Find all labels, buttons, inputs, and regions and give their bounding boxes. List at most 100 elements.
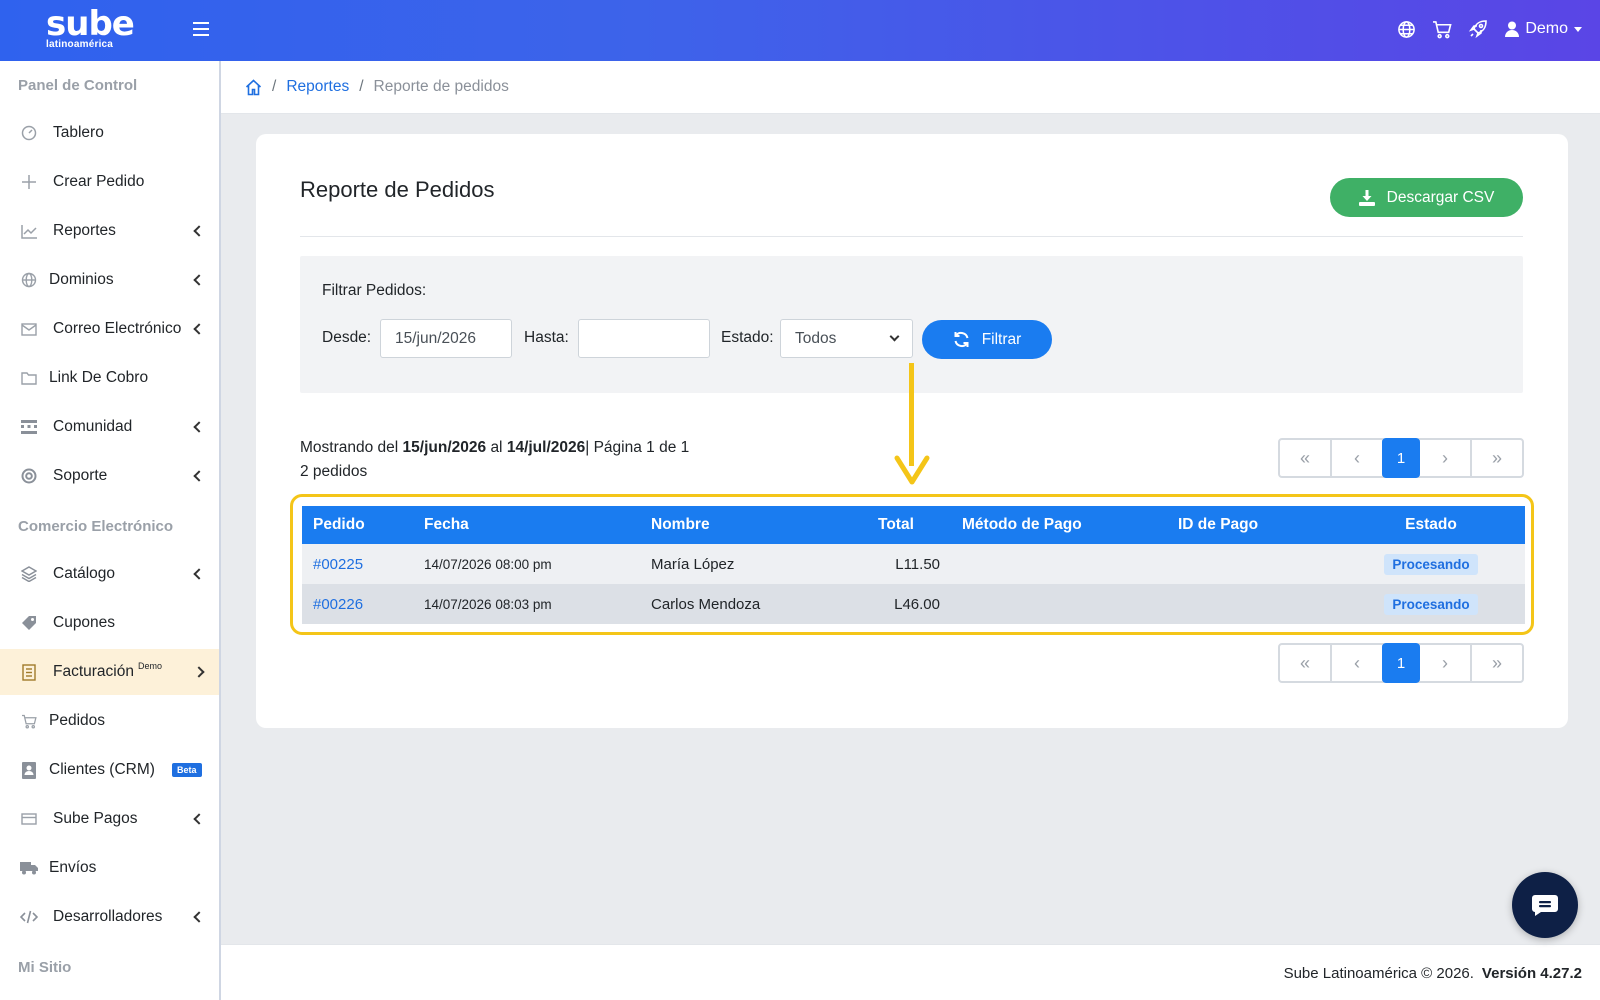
footer: Sube Latinoamérica © 2026. Versión 4.27.2 (221, 944, 1600, 1000)
sidebar-item-clientes[interactable]: Clientes (CRM) Beta (0, 747, 219, 793)
prev-page-button[interactable]: ‹ (1330, 643, 1384, 683)
plus-icon (20, 173, 38, 191)
mail-icon (20, 320, 38, 338)
cart-icon[interactable] (1431, 18, 1453, 40)
status-select[interactable]: Todos (780, 319, 913, 358)
page-1-button[interactable]: 1 (1382, 643, 1420, 683)
chevron-left-icon (193, 421, 205, 433)
demo-superscript: Demo (137, 661, 162, 671)
summary-from-date: 15/jun/2026 (402, 439, 487, 456)
filter-button-label: Filtrar (981, 330, 1022, 348)
orders-table-highlight: Pedido Fecha Nombre Total Método de Pago… (290, 494, 1534, 635)
sidebar-item-label: Comunidad (53, 418, 133, 435)
download-csv-label: Descargar CSV (1386, 188, 1495, 206)
top-navbar: sube latinoamérica Demo (0, 0, 1600, 61)
summary-prefix: Mostrando del (300, 439, 399, 456)
col-nombre[interactable]: Nombre (640, 506, 867, 544)
arrow-down-icon (894, 455, 930, 485)
chevron-left-icon (193, 911, 205, 923)
user-name: Demo (1525, 20, 1568, 37)
prev-page-button[interactable]: ‹ (1330, 438, 1384, 478)
menu-toggle-icon[interactable] (193, 22, 209, 38)
sidebar-item-desarrolladores[interactable]: Desarrolladores (0, 894, 219, 940)
brand-logo[interactable]: sube latinoamérica (46, 6, 138, 56)
pagination-top: « ‹ 1 › » (1278, 438, 1524, 478)
home-icon[interactable] (245, 78, 262, 96)
col-pedido[interactable]: Pedido (302, 506, 413, 544)
chevron-right-icon (193, 666, 205, 678)
col-total[interactable]: Total (867, 506, 951, 544)
sidebar-item-label: Clientes (CRM) (49, 761, 155, 778)
first-page-button[interactable]: « (1278, 643, 1332, 683)
sidebar-item-label: Envíos (49, 859, 97, 876)
globe-icon[interactable] (1395, 18, 1417, 40)
last-page-button[interactable]: » (1470, 438, 1524, 478)
next-page-button[interactable]: › (1418, 643, 1472, 683)
sidebar-item-label: Correo Electrónico (53, 320, 182, 337)
status-cell: Procesando (1337, 544, 1525, 584)
header-actions: Demo (1395, 18, 1582, 40)
card-icon (20, 810, 38, 828)
summary-mid: al (490, 439, 503, 456)
name-cell: María López (651, 555, 735, 573)
date-cell: 14/07/2026 08:03 pm (424, 596, 552, 612)
chevron-left-icon (193, 323, 205, 335)
cart-icon (20, 712, 38, 730)
invoice-icon (20, 663, 38, 681)
sidebar-item-cupones[interactable]: Cupones (0, 600, 219, 646)
first-page-button[interactable]: « (1278, 438, 1332, 478)
sidebar-item-crear-pedido[interactable]: Crear Pedido (0, 159, 219, 205)
chevron-left-icon (193, 274, 205, 286)
col-estado[interactable]: Estado (1337, 506, 1525, 544)
chart-icon (20, 222, 38, 240)
sidebar-item-tablero[interactable]: Tablero (0, 110, 219, 156)
col-id-pago[interactable]: ID de Pago (1167, 506, 1337, 544)
sidebar-item-correo[interactable]: Correo Electrónico (0, 306, 219, 352)
chat-button[interactable] (1512, 872, 1578, 938)
method-cell (951, 544, 1167, 584)
annotation-arrow-line (909, 363, 914, 466)
next-page-button[interactable]: › (1418, 438, 1472, 478)
user-menu[interactable]: Demo (1505, 20, 1582, 38)
sidebar-item-label: Reportes (53, 222, 116, 239)
status-badge: Procesando (1384, 593, 1478, 615)
breadcrumb-reportes-link[interactable]: Reportes (286, 78, 349, 96)
page-title: Reporte de Pedidos (300, 177, 495, 202)
sidebar-item-envios[interactable]: Envíos (0, 845, 219, 891)
from-label: Desde: (322, 329, 372, 346)
sidebar-item-pedidos[interactable]: Pedidos (0, 698, 219, 744)
sidebar-item-soporte[interactable]: Soporte (0, 453, 219, 499)
sidebar-item-reportes[interactable]: Reportes (0, 208, 219, 254)
title-divider (300, 236, 1523, 237)
order-id-cell: #00226 (302, 584, 413, 624)
sidebar-item-catalogo[interactable]: Catálogo (0, 551, 219, 597)
from-date-input[interactable]: 15/jun/2026 (380, 319, 512, 358)
sidebar-item-label: Dominios (49, 271, 114, 288)
page-1-button[interactable]: 1 (1382, 438, 1420, 478)
total-cell: L46.00 (894, 595, 940, 613)
breadcrumb-separator: / (272, 78, 277, 95)
rocket-icon[interactable] (1467, 18, 1489, 40)
sidebar-item-sube-pagos[interactable]: Sube Pagos (0, 796, 219, 842)
refresh-icon (954, 331, 969, 348)
last-page-button[interactable]: » (1470, 643, 1524, 683)
order-link[interactable]: #00225 (313, 556, 363, 573)
lifebuoy-icon (20, 467, 38, 485)
sidebar-item-link-cobro[interactable]: Link De Cobro (0, 355, 219, 401)
download-csv-button[interactable]: Descargar CSV (1330, 178, 1523, 217)
sidebar-item-comunidad[interactable]: Comunidad (0, 404, 219, 450)
sidebar-item-dominios[interactable]: Dominios (0, 257, 219, 303)
orders-table: Pedido Fecha Nombre Total Método de Pago… (302, 506, 1525, 624)
status-cell: Procesando (1337, 584, 1525, 624)
filter-button[interactable]: Filtrar (922, 320, 1052, 359)
summary-count: 2 pedidos (300, 463, 368, 480)
sidebar-item-facturacion[interactable]: Facturación Demo (0, 649, 219, 695)
sidebar-item-label: Tablero (53, 124, 104, 141)
truck-icon (20, 859, 38, 877)
col-fecha[interactable]: Fecha (413, 506, 640, 544)
col-metodo-pago[interactable]: Método de Pago (951, 506, 1167, 544)
order-link[interactable]: #00226 (313, 596, 363, 613)
sidebar-item-label: Catálogo (53, 565, 116, 582)
to-date-input[interactable] (578, 319, 710, 358)
order-id-cell: #00225 (302, 544, 413, 584)
